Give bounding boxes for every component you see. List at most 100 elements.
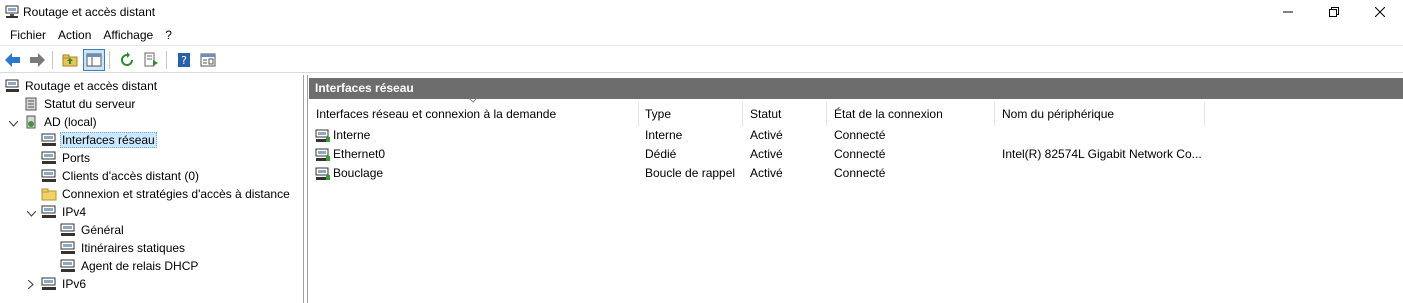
export-list-button[interactable] [140, 49, 162, 71]
toolbar-separator [166, 50, 167, 69]
ipv6-icon [41, 276, 57, 292]
column-header-label: Interfaces réseau et connexion à la dema… [316, 107, 557, 121]
cell-interface: Bouclage [333, 166, 384, 180]
tree-item-label: Itinéraires statiques [81, 241, 186, 255]
column-header-label: État de la connexion [834, 107, 943, 121]
cell-device-name [1002, 164, 1202, 183]
server-icon [4, 78, 20, 94]
table-row[interactable]: Bouclage Boucle de rappel Activé Connect… [309, 164, 1403, 183]
title-bar: Routage et accès distant [0, 0, 1403, 24]
column-header-label: Nom du périphérique [1002, 107, 1115, 121]
menu-action[interactable]: Action [52, 25, 97, 45]
tree-item-network-interfaces[interactable]: Interfaces réseau [41, 131, 157, 149]
forward-button[interactable] [26, 49, 48, 71]
server-status-icon [23, 96, 39, 112]
cell-connection-state: Connecté [834, 166, 886, 180]
cell-status: Activé [750, 147, 783, 161]
tree-item-remote-clients[interactable]: Clients d'accès distant (0) [41, 167, 201, 185]
refresh-button[interactable] [116, 49, 138, 71]
back-arrow-icon [5, 52, 20, 67]
toolbar: ? [0, 47, 1403, 73]
tree-item-label: Ports [62, 151, 91, 165]
up-folder-icon [62, 54, 78, 66]
window-title: Routage et accès distant [23, 5, 156, 19]
table-row[interactable]: Interne Interne Activé Connecté [309, 126, 1403, 145]
tree-item-label: Général [81, 223, 124, 237]
tree-item-label: Connexion et stratégies d'accès à distan… [62, 187, 290, 201]
cell-connection-state: Connecté [834, 128, 886, 142]
tree-item-label: Clients d'accès distant (0) [62, 169, 200, 183]
tree-item-label: IPv6 [62, 277, 87, 291]
tree-item-dhcp-relay[interactable]: Agent de relais DHCP [60, 257, 200, 275]
tree-item-general[interactable]: Général [60, 221, 126, 239]
network-interface-icon [315, 148, 330, 161]
tree-item-label: Agent de relais DHCP [81, 259, 199, 273]
chevron-right-icon[interactable] [26, 279, 36, 289]
show-hide-tree-icon [86, 53, 102, 66]
column-header-label: Type [645, 107, 672, 121]
minimize-button[interactable] [1265, 0, 1311, 24]
ports-icon [41, 150, 57, 166]
cell-device-name [1002, 126, 1202, 145]
network-interface-icon [41, 132, 57, 148]
tree-item-server[interactable]: AD (local) [23, 113, 99, 131]
properties-button[interactable] [197, 49, 219, 71]
tree-item-root[interactable]: Routage et accès distant [4, 77, 159, 95]
chevron-down-icon[interactable] [8, 119, 18, 129]
toolbar-separator [109, 50, 110, 69]
refresh-icon [121, 51, 133, 66]
column-header-type[interactable]: Type [638, 102, 743, 126]
details-pane: Interfaces réseau Interfaces réseau et c… [307, 75, 1403, 303]
column-header-label: Statut [750, 107, 782, 121]
menu-bar: Fichier Action Affichage ? [0, 24, 1403, 46]
up-level-button[interactable] [59, 49, 81, 71]
chevron-down-icon[interactable] [26, 209, 36, 219]
restore-icon [1329, 7, 1339, 17]
column-header-status[interactable]: Statut [743, 102, 827, 126]
tree-item-label: IPv4 [62, 205, 87, 219]
help-button[interactable]: ? [173, 49, 195, 71]
help-icon: ? [178, 52, 190, 67]
minimize-icon [1283, 11, 1293, 13]
cell-status: Activé [750, 166, 783, 180]
tree-item-static-routes[interactable]: Itinéraires statiques [60, 239, 187, 257]
tree-item-ipv4[interactable]: IPv4 [41, 203, 88, 221]
network-interface-icon [315, 167, 330, 180]
close-button[interactable] [1357, 0, 1403, 24]
tree-item-access-policies[interactable]: Connexion et stratégies d'accès à distan… [41, 185, 292, 203]
menu-file[interactable]: Fichier [4, 25, 52, 45]
server-icon [5, 5, 19, 18]
console-tree: Routage et accès distant Statut du serve… [0, 75, 304, 303]
general-icon [60, 222, 76, 238]
back-button[interactable] [2, 49, 24, 71]
properties-icon [200, 53, 216, 66]
column-header-interface[interactable]: Interfaces réseau et connexion à la dema… [309, 97, 639, 126]
cell-status: Activé [750, 128, 783, 142]
show-hide-tree-button[interactable] [83, 48, 105, 71]
cell-type: Dédié [645, 147, 677, 161]
tree-item-server-status[interactable]: Statut du serveur [23, 95, 137, 113]
server-status-up-icon [23, 114, 39, 130]
tree-item-label: Statut du serveur [44, 97, 136, 111]
tree-item-ipv6[interactable]: IPv6 [41, 275, 88, 293]
folder-icon [41, 186, 57, 202]
tree-item-ports[interactable]: Ports [41, 149, 92, 167]
column-header-device-name[interactable]: Nom du périphérique [995, 102, 1205, 126]
network-interface-icon [315, 129, 330, 142]
menu-view[interactable]: Affichage [97, 25, 159, 45]
dhcp-relay-icon [60, 258, 76, 274]
export-list-icon [144, 52, 158, 66]
ipv4-icon [41, 204, 57, 220]
maximize-button[interactable] [1311, 0, 1357, 24]
static-routes-icon [60, 240, 76, 256]
column-header-connection-state[interactable]: État de la connexion [827, 102, 995, 126]
table-row[interactable]: Ethernet0 Dédié Activé Connecté Intel(R)… [309, 145, 1403, 164]
cell-type: Boucle de rappel [645, 166, 736, 180]
sort-arrow-icon [469, 97, 477, 103]
menu-help[interactable]: ? [159, 25, 178, 45]
tree-item-label: Routage et accès distant [25, 79, 158, 93]
cell-connection-state: Connecté [834, 147, 886, 161]
cell-type: Interne [645, 128, 683, 142]
toolbar-separator [52, 50, 53, 69]
close-icon [1375, 7, 1385, 17]
